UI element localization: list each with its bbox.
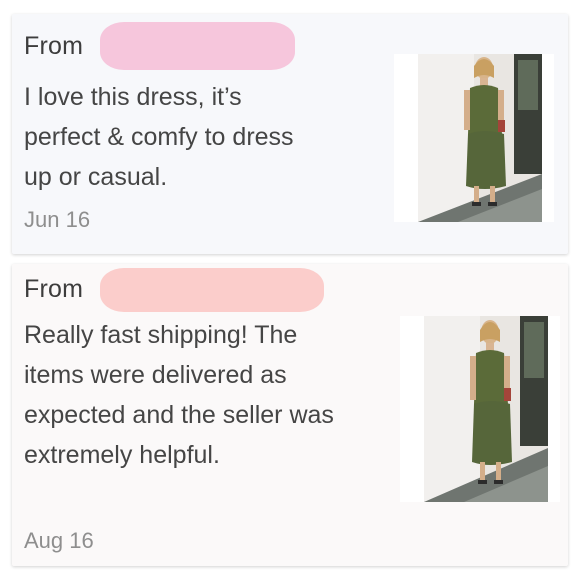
olive-dress-photo-icon <box>418 54 542 222</box>
review-card: From I love this dress, it’s perfect & c… <box>12 14 568 254</box>
review-date: Aug 16 <box>24 528 94 553</box>
reviewer-from-label: From <box>24 275 84 303</box>
review-photo[interactable] <box>400 316 560 502</box>
review-card: From Really fast shipping! The items wer… <box>12 264 568 566</box>
reviewer-from-label: From <box>24 32 84 60</box>
review-photo[interactable] <box>394 54 554 222</box>
review-date: Jun 16 <box>24 207 91 232</box>
redacted-reviewer-name <box>100 22 295 70</box>
olive-dress-photo-icon <box>424 316 548 502</box>
review-text: Really fast shipping! The items were del… <box>24 321 334 469</box>
review-text: I love this dress, it’s perfect & comfy … <box>24 83 294 191</box>
redacted-reviewer-name <box>100 268 324 312</box>
